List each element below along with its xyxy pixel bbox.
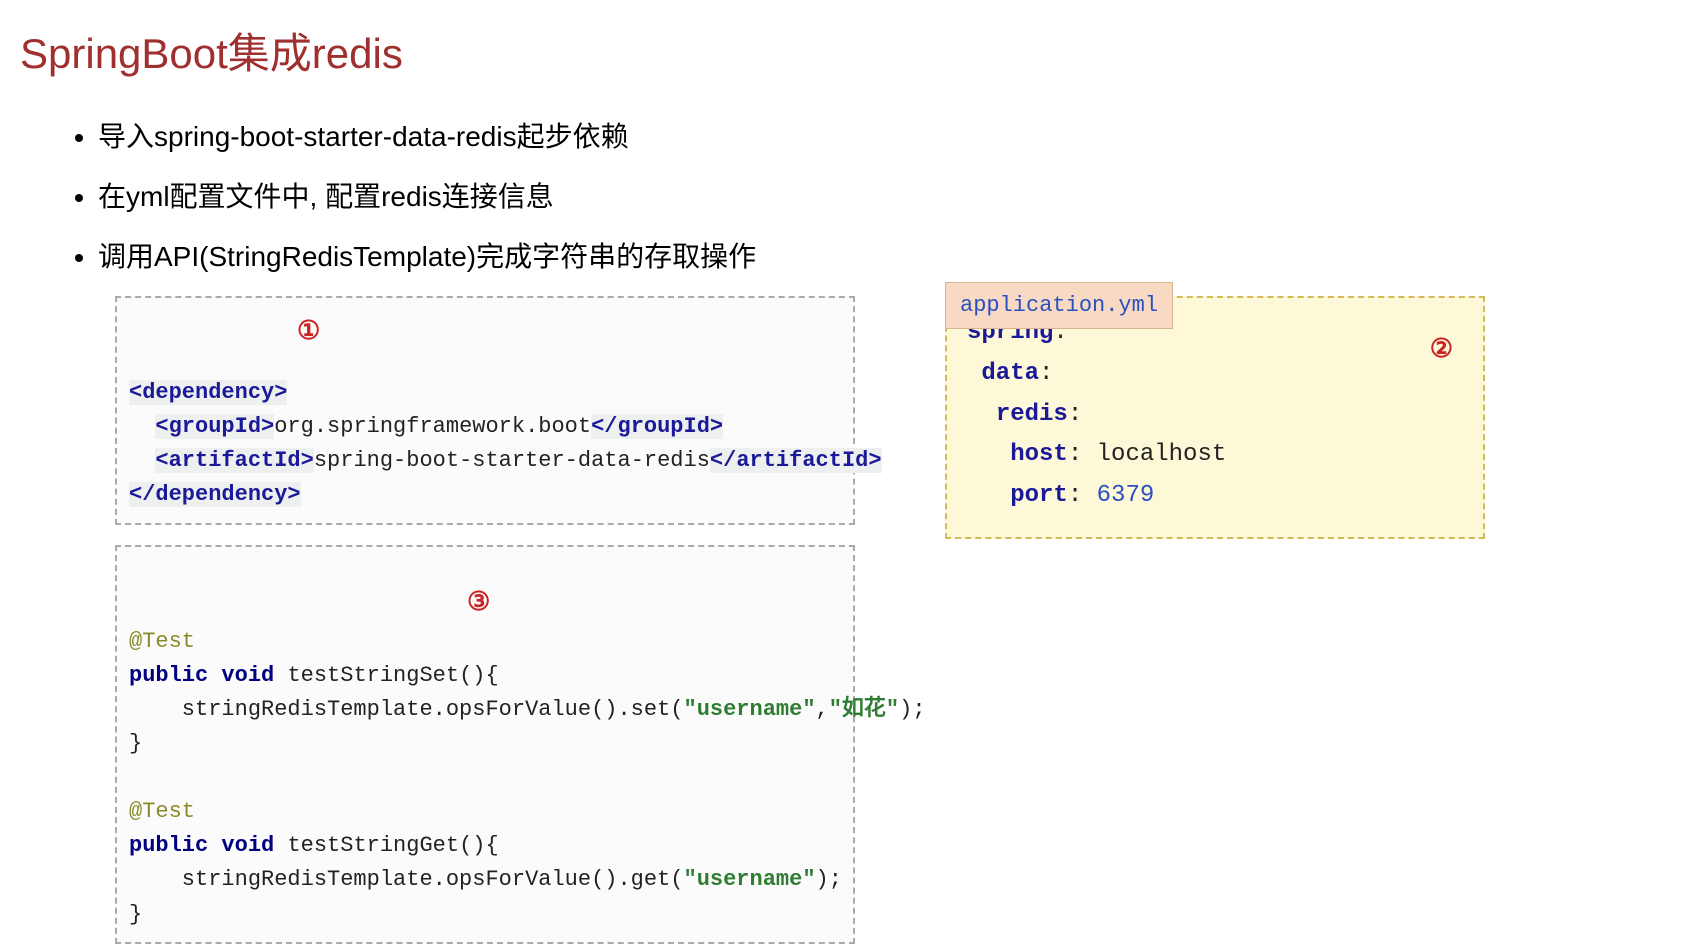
code-suffix: ); <box>816 867 842 892</box>
xml-tag: </groupId> <box>591 414 723 439</box>
yml-line: host: localhost <box>967 435 1463 476</box>
xml-tag: </artifactId> <box>710 448 882 473</box>
xml-tag: <groupId> <box>155 414 274 439</box>
xml-tag: <artifactId> <box>155 448 313 473</box>
yml-value: 6379 <box>1097 482 1155 509</box>
test-code-box: ③ @Test public void testStringSet(){ str… <box>115 545 855 944</box>
method-name: testStringGet(){ <box>287 833 498 858</box>
circled-one-icon: ① <box>297 312 320 352</box>
yml-colon: : <box>1068 441 1097 468</box>
keyword: void <box>221 833 274 858</box>
yml-colon: : <box>1039 360 1053 387</box>
bullet-item: 在yml配置文件中, 配置redis连接信息 <box>98 176 1678 218</box>
yml-key: data <box>981 360 1039 387</box>
xml-text: org.springframework.boot <box>274 414 591 439</box>
yml-value: localhost <box>1097 441 1227 468</box>
string-literal: "username" <box>684 697 816 722</box>
code-line: stringRedisTemplate.opsForValue().set( <box>129 697 684 722</box>
bullet-item: 导入spring-boot-starter-data-redis起步依赖 <box>98 116 1678 158</box>
yml-key: host <box>1010 441 1068 468</box>
brace: } <box>129 731 142 756</box>
string-literal: "如花" <box>829 697 899 722</box>
code-line: stringRedisTemplate.opsForValue().get( <box>129 867 684 892</box>
content-row: ① <dependency> <groupId>org.springframew… <box>115 296 1678 944</box>
yml-line: port: 6379 <box>967 476 1463 517</box>
annotation: @Test <box>129 799 195 824</box>
annotation: @Test <box>129 629 195 654</box>
code-suffix: ); <box>899 697 925 722</box>
left-column: ① <dependency> <groupId>org.springframew… <box>115 296 855 944</box>
keyword: public <box>129 663 208 688</box>
yml-key: redis <box>996 401 1068 428</box>
xml-text: spring-boot-starter-data-redis <box>314 448 710 473</box>
circled-three-icon: ③ <box>467 583 490 623</box>
keyword: public <box>129 833 208 858</box>
yml-filename-tab: application.yml <box>945 282 1173 329</box>
string-literal: "username" <box>684 867 816 892</box>
page-title: SpringBoot集成redis <box>20 20 1678 81</box>
yml-colon: : <box>1068 401 1082 428</box>
dependency-code-box: ① <dependency> <groupId>org.springframew… <box>115 296 855 525</box>
circled-two-icon: ② <box>1430 328 1453 372</box>
yml-key: port <box>1010 482 1068 509</box>
xml-tag: <dependency> <box>129 380 287 405</box>
bullet-item: 调用API(StringRedisTemplate)完成字符串的存取操作 <box>98 236 1678 278</box>
brace: } <box>129 902 142 927</box>
bullet-list: 导入spring-boot-starter-data-redis起步依赖 在ym… <box>98 116 1678 278</box>
xml-tag: </dependency> <box>129 482 301 507</box>
comma: , <box>816 697 829 722</box>
yml-line: redis: <box>967 395 1463 436</box>
yml-line: data: <box>967 354 1463 395</box>
yml-colon: : <box>1068 482 1097 509</box>
keyword: void <box>221 663 274 688</box>
yml-config-box: ② application.yml spring: data: redis: h… <box>945 296 1485 539</box>
method-name: testStringSet(){ <box>287 663 498 688</box>
